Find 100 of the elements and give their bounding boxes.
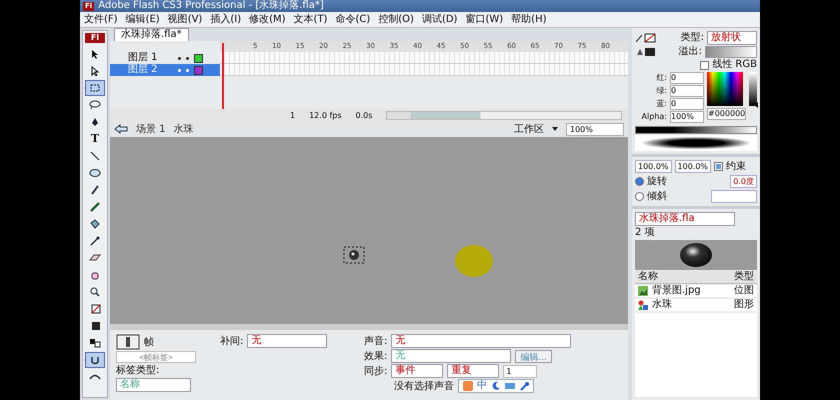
menu-item[interactable]: 文本(T)	[290, 12, 332, 26]
option-label: 旋转	[647, 176, 667, 188]
stroke-color-icon[interactable]	[635, 33, 657, 43]
rotation-field[interactable]: 0.0度	[730, 175, 757, 188]
overflow-label: 溢出:	[678, 46, 702, 58]
brush-icon	[90, 202, 100, 212]
edit-button[interactable]: 编辑...	[515, 350, 552, 362]
label-type-label: 标签类型:	[116, 364, 160, 377]
channel-value-field[interactable]: 0	[670, 98, 704, 110]
scrollbar[interactable]	[386, 110, 622, 120]
menu-item[interactable]: 编辑(E)	[122, 12, 164, 26]
smooth-icon	[89, 372, 101, 382]
tools-logo: Fl	[85, 33, 105, 43]
scene-link[interactable]: 场景 1	[136, 122, 166, 136]
lock-dot-icon[interactable]	[186, 68, 189, 72]
magnet-icon	[89, 355, 101, 365]
library-item[interactable]: 水珠 图形	[635, 299, 757, 312]
transform-icon	[89, 83, 101, 93]
radio-button[interactable]	[635, 177, 644, 186]
width-scale-field[interactable]: 100.0%	[635, 160, 672, 173]
ime-mode[interactable]: 中	[477, 380, 487, 392]
menu-item[interactable]: 窗口(W)	[461, 12, 508, 26]
frame-label: 帧	[144, 336, 154, 348]
elapsed-time: 0.0s	[356, 110, 372, 120]
circle-drawing	[455, 245, 493, 277]
height-scale-field[interactable]: 100.0%	[674, 160, 712, 173]
menu-item[interactable]: 修改(M)	[245, 12, 290, 26]
channel-label: 绿:	[655, 85, 667, 97]
menu-item[interactable]: 控制(O)	[374, 12, 418, 26]
checkbox[interactable]	[700, 60, 710, 70]
menu-item[interactable]: 命令(C)	[331, 12, 374, 26]
gradient-bar[interactable]	[635, 126, 757, 134]
item-count: 2 项	[635, 227, 656, 239]
frame-rate: 12.0 fps	[309, 110, 342, 120]
no-sound-text: 没有选择声音	[394, 380, 454, 392]
channel-label: 红:	[655, 72, 667, 84]
sound-dropdown[interactable]: 无	[391, 334, 572, 348]
hex-color-field[interactable]: #000000	[707, 108, 746, 120]
zoom-field[interactable]: 100%	[566, 122, 624, 136]
fill-color-icon[interactable]	[635, 47, 657, 57]
back-arrow-icon[interactable]	[114, 124, 128, 134]
layer-row[interactable]: 图层 2	[110, 64, 220, 76]
sound-label: 声音:	[364, 334, 388, 348]
lasso-icon	[89, 100, 101, 110]
repeat-count-field[interactable]: 1	[503, 364, 538, 378]
water-drop-drawing	[679, 242, 713, 268]
color-spectrum[interactable]	[707, 72, 743, 106]
tool-button[interactable]	[85, 80, 105, 96]
library-dropdown[interactable]: 水珠掉落.fla	[635, 212, 735, 226]
repeat-dropdown[interactable]: 重复	[447, 364, 500, 378]
dropper-icon	[90, 236, 100, 246]
tool-button[interactable]: T	[85, 131, 105, 147]
frame-icon	[116, 334, 140, 350]
symbol-link[interactable]: 水珠	[174, 122, 194, 136]
brightness-slider[interactable]	[749, 72, 757, 106]
tween-label: 补间:	[220, 334, 244, 348]
workspace-menu[interactable]: 工作区	[514, 122, 544, 136]
wrench-icon[interactable]	[519, 381, 529, 391]
menu-item[interactable]: 视图(V)	[164, 12, 206, 26]
visibility-dot-icon[interactable]	[178, 68, 181, 72]
magnifier-icon	[90, 287, 100, 297]
lock-dot-icon[interactable]	[186, 56, 189, 60]
radio-button[interactable]	[635, 192, 644, 201]
menu-item[interactable]: 插入(I)	[206, 12, 246, 26]
selected-symbol-drawing[interactable]	[342, 245, 366, 265]
swatches-icon	[89, 338, 101, 348]
current-frame: 1	[290, 110, 296, 120]
menu-item[interactable]: 调试(D)	[418, 12, 462, 26]
document-tab[interactable]: 水珠掉落.fla*	[114, 28, 189, 41]
library-item[interactable]: 背景图.jpg 位图	[635, 285, 757, 298]
frame-name-field[interactable]: <帧标签>	[116, 351, 196, 363]
menu-item[interactable]: 帮助(H)	[507, 12, 550, 26]
skew-field[interactable]	[711, 190, 757, 203]
line-icon	[90, 151, 100, 161]
layer-row[interactable]: 图层 1	[110, 52, 220, 64]
channel-value-field[interactable]: 100%	[670, 111, 704, 123]
tween-dropdown[interactable]: 无	[247, 334, 328, 348]
constrain-label: 约束	[726, 160, 746, 172]
pen-icon	[90, 117, 100, 127]
window-title: Adobe Flash CS3 Professional - [水珠掉落.fla*]	[98, 0, 324, 12]
sync-label: 同步:	[364, 364, 388, 378]
image-icon	[638, 286, 648, 296]
channel-value-field[interactable]: 0	[670, 72, 704, 84]
bucket-icon	[89, 219, 101, 229]
shapes-icon	[638, 300, 648, 310]
overflow-dropdown[interactable]	[705, 46, 757, 58]
caret-icon[interactable]	[552, 127, 558, 131]
tool-button[interactable]	[85, 352, 105, 368]
moon-icon[interactable]	[491, 381, 501, 391]
fill-type-dropdown[interactable]: 放射状	[707, 31, 757, 45]
column-header[interactable]: 名称	[635, 271, 661, 283]
column-header[interactable]: 类型	[731, 271, 757, 283]
linear-rgb-label: 线性 RGB	[712, 59, 757, 71]
checkbox[interactable]	[714, 162, 724, 171]
option-label: 倾斜	[647, 190, 667, 202]
channel-value-field[interactable]: 0	[670, 85, 704, 97]
sync-dropdown[interactable]: 事件	[391, 364, 444, 378]
visibility-dot-icon[interactable]	[178, 56, 181, 60]
menu-item[interactable]: 文件(F)	[80, 12, 122, 26]
channel-label: Alpha:	[640, 111, 667, 123]
